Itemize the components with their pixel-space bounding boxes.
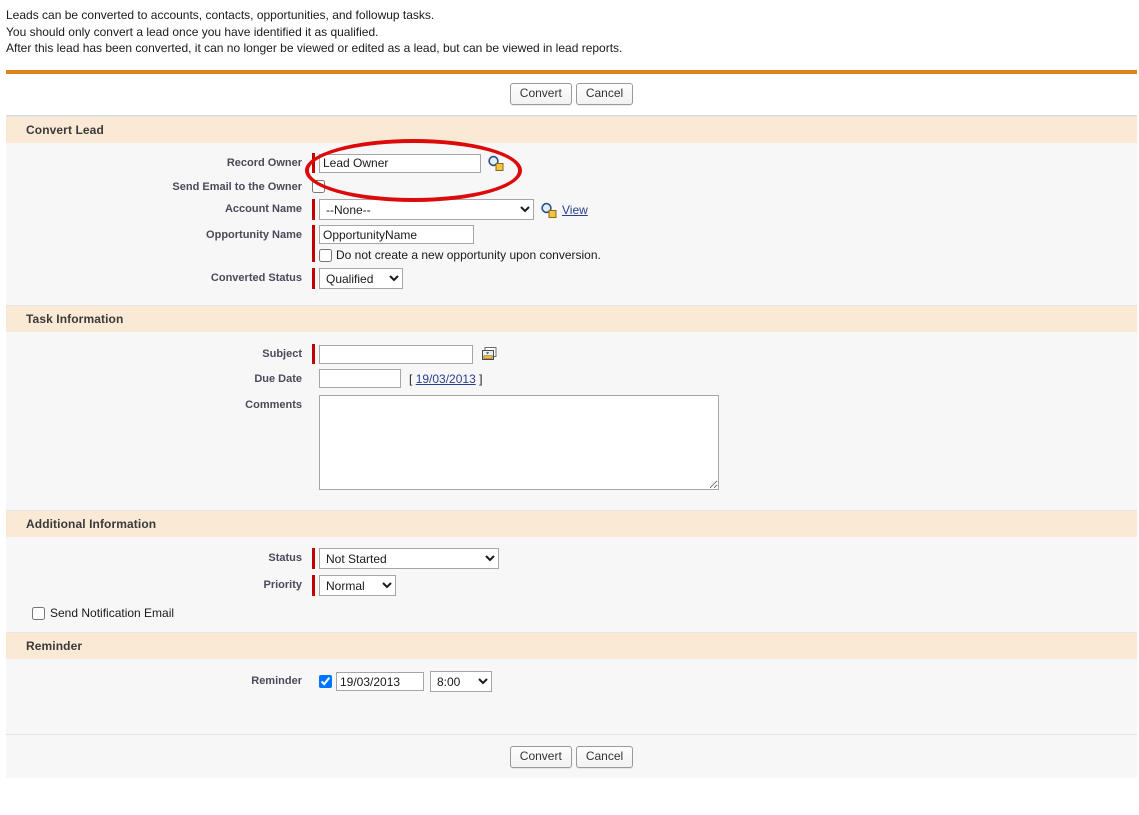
section-header-additional-information: Additional Information: [6, 510, 1137, 537]
label-converted-status: Converted Status: [210, 272, 302, 284]
label-comments: Comments: [245, 399, 302, 411]
priority-select[interactable]: Normal: [319, 575, 396, 596]
field-converted-status: Qualified: [312, 268, 403, 289]
account-name-lookup-icon[interactable]: [540, 202, 557, 218]
row-reminder: Reminder 8:00: [6, 671, 1137, 692]
label-account-name: Account Name: [224, 203, 302, 215]
field-opportunity-name: Do not create a new opportunity upon con…: [312, 225, 601, 262]
row-record-owner: Record Owner: [6, 153, 1137, 173]
row-send-email-owner: Send Email to the Owner: [6, 177, 1137, 193]
row-comments: Comments: [6, 395, 1137, 490]
cancel-button-bottom[interactable]: Cancel: [575, 746, 634, 768]
row-subject: Subject: [6, 344, 1137, 364]
convert-button-bottom[interactable]: Convert: [509, 746, 572, 768]
send-email-owner-checkbox[interactable]: [312, 180, 325, 193]
row-status: Status Not Started: [6, 548, 1137, 569]
record-owner-lookup-icon[interactable]: [487, 155, 504, 171]
row-account-name: Account Name --None-- View: [6, 199, 1137, 220]
field-reminder: 8:00: [319, 671, 492, 692]
section-header-convert-lead: Convert Lead: [6, 116, 1137, 143]
required-indicator: [312, 548, 315, 569]
account-name-select[interactable]: --None--: [319, 199, 534, 220]
required-indicator: [312, 575, 315, 596]
field-send-email-owner: [312, 177, 325, 193]
field-status: Not Started: [312, 548, 499, 569]
label-subject: Subject: [262, 348, 302, 360]
field-due-date: [ 19/03/2013 ]: [319, 369, 482, 388]
comments-textarea[interactable]: [319, 395, 719, 490]
row-opportunity-name: Opportunity Name Do not create a new opp…: [6, 225, 1137, 262]
section-body-additional-information: Status Not Started Priority Normal Send …: [6, 537, 1137, 632]
cancel-button-top[interactable]: Cancel: [575, 83, 634, 105]
row-send-notification-email: Send Notification Email: [32, 606, 1137, 620]
field-account-name: --None-- View: [312, 199, 588, 220]
field-priority: Normal: [312, 575, 396, 596]
label-due-date: Due Date: [254, 373, 302, 385]
required-indicator: [312, 225, 315, 262]
intro-line-1: Leads can be converted to accounts, cont…: [6, 8, 435, 22]
converted-status-select[interactable]: Qualified: [319, 268, 403, 289]
section-body-reminder: Reminder 8:00: [6, 659, 1137, 734]
opportunity-name-input[interactable]: [319, 225, 474, 244]
label-status: Status: [268, 552, 302, 564]
required-indicator: [312, 199, 315, 220]
bracket-close: ]: [479, 371, 483, 386]
required-indicator: [312, 153, 315, 173]
intro-text: Leads can be converted to accounts, cont…: [0, 0, 1139, 57]
field-subject: [312, 344, 498, 364]
label-reminder: Reminder: [251, 675, 302, 687]
label-opportunity-name: Opportunity Name: [206, 229, 302, 241]
send-notification-email-checkbox[interactable]: [32, 606, 45, 620]
due-date-today-wrap: [ 19/03/2013 ]: [409, 372, 482, 386]
reminder-date-input[interactable]: [336, 672, 424, 691]
label-priority: Priority: [263, 579, 302, 591]
opportunity-group: Do not create a new opportunity upon con…: [319, 225, 601, 262]
section-body-convert-lead: Record Owner Send Email to the Owner: [6, 143, 1137, 305]
required-indicator: [312, 344, 315, 364]
bracket-open: [: [409, 371, 413, 386]
reminder-checkbox[interactable]: [319, 675, 332, 688]
status-select[interactable]: Not Started: [319, 548, 499, 569]
label-send-email-owner: Send Email to the Owner: [172, 181, 302, 193]
top-button-bar: Convert Cancel: [6, 74, 1137, 116]
row-due-date: Due Date [ 19/03/2013 ]: [6, 369, 1137, 388]
intro-line-2: You should only convert a lead once you …: [6, 24, 379, 39]
subject-picklist-icon[interactable]: [481, 346, 498, 362]
field-comments: [319, 395, 719, 490]
due-date-today-link[interactable]: 19/03/2013: [416, 372, 476, 386]
subject-input[interactable]: [319, 344, 473, 364]
bottom-button-bar: Convert Cancel: [6, 734, 1137, 778]
field-record-owner: [312, 153, 504, 173]
row-converted-status: Converted Status Qualified: [6, 268, 1137, 289]
no-opportunity-label: Do not create a new opportunity upon con…: [336, 248, 601, 262]
due-date-input[interactable]: [319, 369, 401, 388]
convert-lead-panel: ConvertCancel Convert Lead Record Owner: [6, 70, 1137, 778]
row-priority: Priority Normal: [6, 575, 1137, 596]
intro-line-3: After this lead has been converted, it c…: [6, 41, 623, 55]
section-header-task-information: Task Information: [6, 305, 1137, 332]
no-opportunity-row: Do not create a new opportunity upon con…: [319, 248, 601, 262]
label-record-owner: Record Owner: [226, 157, 302, 169]
required-indicator: [312, 268, 315, 289]
reminder-time-select[interactable]: 8:00: [430, 671, 492, 692]
section-header-reminder: Reminder: [6, 632, 1137, 659]
section-body-task-information: Subject Due Date [19/03/2013] Comments: [6, 332, 1137, 510]
convert-button-top[interactable]: Convert: [509, 83, 572, 105]
account-view-link[interactable]: View: [562, 203, 588, 217]
record-owner-input[interactable]: [319, 153, 481, 173]
no-opportunity-checkbox[interactable]: [319, 248, 332, 262]
send-notification-email-label: Send Notification Email: [50, 606, 175, 620]
